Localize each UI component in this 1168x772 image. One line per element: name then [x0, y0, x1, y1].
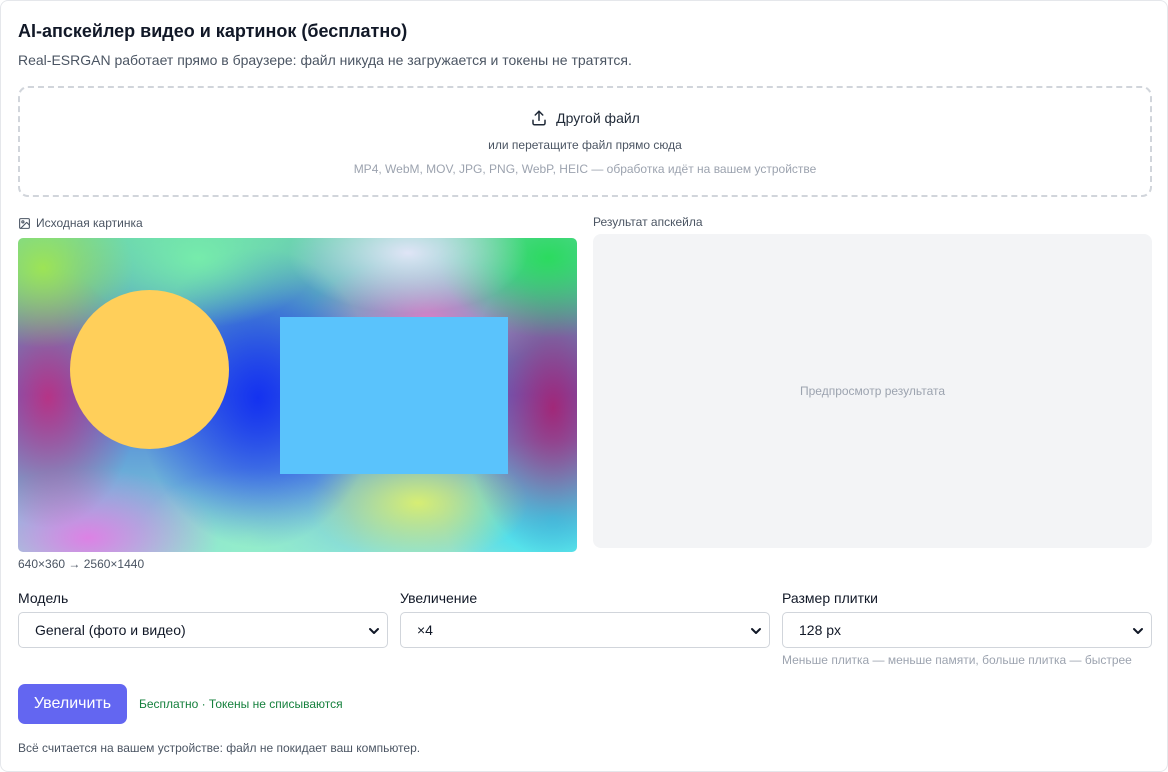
- image-circle-shape: [70, 290, 229, 449]
- model-select[interactable]: General (фото и видео): [18, 612, 388, 648]
- model-label: Модель: [18, 590, 69, 606]
- upload-icon: [532, 110, 546, 126]
- dropzone-hint: или перетащите файл прямо сюда: [488, 138, 682, 152]
- file-dropzone[interactable]: Другой файл или перетащите файл прямо сю…: [18, 86, 1152, 197]
- source-image-preview: [18, 238, 577, 552]
- choose-file-label: Другой файл: [556, 110, 640, 126]
- tile-size-select[interactable]: 128 px: [782, 612, 1152, 648]
- scale-select-value: ×4: [417, 622, 433, 638]
- tile-size-label: Размер плитки: [782, 590, 878, 606]
- privacy-note: Всё считается на вашем устройстве: файл …: [18, 741, 421, 755]
- choose-file-button[interactable]: Другой файл: [20, 109, 1150, 127]
- source-label-text: Исходная картинка: [36, 216, 143, 230]
- upscaler-card: AI-апскейлер видео и картинок (бесплатно…: [0, 0, 1168, 772]
- tile-size-hint: Меньше плитка — меньше памяти, больше пл…: [782, 653, 1132, 667]
- image-dimensions: 640×360 → 2560×1440: [18, 557, 145, 571]
- dropzone-formats: MP4, WebM, MOV, JPG, PNG, WebP, HEIC — о…: [353, 162, 817, 176]
- scale-label: Увеличение: [400, 590, 478, 606]
- page-subtitle: Real-ESRGAN работает прямо в браузере: ф…: [18, 52, 632, 68]
- page-title: AI-апскейлер видео и картинок (бесплатно…: [18, 21, 408, 41]
- chevron-down-icon: [1133, 628, 1143, 634]
- result-placeholder: Предпросмотр результата: [799, 384, 946, 398]
- result-label: Результат апскейла: [593, 215, 703, 229]
- free-note: Бесплатно · Токены не списываются: [139, 697, 343, 711]
- source-label: Исходная картинка: [18, 216, 143, 230]
- image-rect-shape: [280, 317, 508, 474]
- scale-select[interactable]: ×4: [400, 612, 770, 648]
- image-icon: [19, 217, 30, 229]
- chevron-down-icon: [369, 628, 379, 634]
- tile-size-select-value: 128 px: [799, 622, 842, 638]
- model-select-value: General (фото и видео): [35, 622, 186, 638]
- chevron-down-icon: [751, 628, 761, 634]
- upscale-button[interactable]: Увеличить: [18, 684, 127, 724]
- result-preview: Предпросмотр результата: [593, 234, 1152, 548]
